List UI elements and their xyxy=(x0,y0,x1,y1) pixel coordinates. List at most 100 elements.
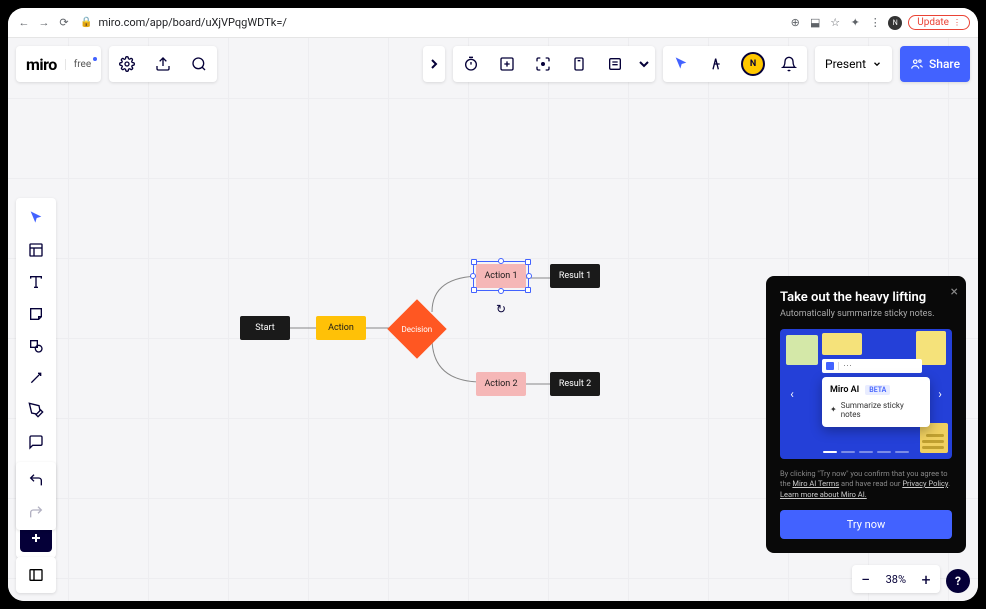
view-controls xyxy=(453,46,655,82)
update-label: Update xyxy=(917,17,949,28)
browser-chrome: ← → ⟳ 🔒 miro.com/app/board/uXjVPqgWDTk=/… xyxy=(8,8,978,38)
avatar[interactable]: N xyxy=(735,46,771,82)
zoom-out-button[interactable]: − xyxy=(852,565,880,593)
reload-button[interactable]: ⟳ xyxy=(56,15,72,31)
connector-handle[interactable] xyxy=(498,258,504,264)
promo-subtitle: Automatically summarize sticky notes. xyxy=(780,309,952,319)
promo-card-action: Summarize sticky notes xyxy=(841,401,922,419)
learn-more-link[interactable]: Learn more about Miro AI. xyxy=(780,490,867,499)
node-start[interactable]: Start xyxy=(240,316,290,340)
present-label: Present xyxy=(825,57,866,71)
star-icon[interactable]: ☆ xyxy=(828,16,842,30)
timer-button[interactable] xyxy=(453,46,489,82)
node-result2[interactable]: Result 2 xyxy=(550,372,600,396)
plan-badge: free xyxy=(65,59,91,70)
profile-icon[interactable]: N xyxy=(888,16,902,30)
update-menu-icon: ⋮ xyxy=(953,18,961,27)
node-result1[interactable]: Result 1 xyxy=(550,264,600,288)
select-tool[interactable] xyxy=(16,202,56,234)
forward-button[interactable]: → xyxy=(36,15,52,31)
promo-card: Miro AI BETA ✦ Summarize sticky notes xyxy=(822,377,930,427)
logo: miro xyxy=(26,55,57,74)
promo-illustration: ⋯ Miro AI BETA ✦ Summarize sticky notes … xyxy=(780,329,952,459)
dot[interactable] xyxy=(859,451,873,453)
sparkle-icon: ✦ xyxy=(830,405,837,414)
settings-button[interactable] xyxy=(109,46,145,82)
connector-handle[interactable] xyxy=(498,288,504,294)
comment-tool[interactable] xyxy=(16,426,56,458)
template-tool[interactable] xyxy=(16,234,56,266)
close-button[interactable]: × xyxy=(951,284,958,300)
translate-icon[interactable]: ⊕ xyxy=(788,16,802,30)
update-button[interactable]: Update ⋮ xyxy=(908,15,970,30)
menu-icon[interactable]: ⋮ xyxy=(868,16,882,30)
help-button[interactable]: ? xyxy=(946,569,970,593)
share-button[interactable]: Share xyxy=(900,46,970,82)
collapse-pill[interactable] xyxy=(423,46,445,82)
chevron-down-icon xyxy=(872,59,882,69)
resize-handle[interactable] xyxy=(525,259,531,265)
connector-handle[interactable] xyxy=(470,273,476,279)
node-action[interactable]: Action xyxy=(316,316,366,340)
carousel-prev[interactable]: ‹ xyxy=(782,384,802,404)
resize-handle[interactable] xyxy=(471,259,477,265)
carousel-next[interactable]: › xyxy=(930,384,950,404)
undo-button[interactable] xyxy=(16,464,56,496)
add-button[interactable] xyxy=(489,46,525,82)
terms-link[interactable]: Miro AI Terms xyxy=(792,479,839,488)
zoom-in-button[interactable]: + xyxy=(912,565,940,593)
beta-badge: BETA xyxy=(865,385,890,395)
privacy-link[interactable]: Privacy Policy xyxy=(902,479,948,488)
resize-handle[interactable] xyxy=(471,287,477,293)
board-menu[interactable]: miro free xyxy=(16,46,101,82)
dot[interactable] xyxy=(841,451,855,453)
redo-button[interactable] xyxy=(16,496,56,528)
dot[interactable] xyxy=(895,451,909,453)
notifications-button[interactable] xyxy=(771,46,807,82)
zoom-control: − 38% + xyxy=(852,565,940,593)
share-label: Share xyxy=(929,57,960,71)
action1-label: Action 1 xyxy=(484,271,517,281)
reactions-button[interactable] xyxy=(699,46,735,82)
dot[interactable] xyxy=(823,451,837,453)
frames-panel-button[interactable] xyxy=(16,557,56,593)
search-button[interactable] xyxy=(181,46,217,82)
line-tool[interactable] xyxy=(16,362,56,394)
undo-redo xyxy=(16,462,56,530)
cursor-button[interactable] xyxy=(663,46,699,82)
note-button[interactable] xyxy=(597,46,633,82)
zoom-value[interactable]: 38% xyxy=(880,573,912,586)
export-button[interactable] xyxy=(145,46,181,82)
install-icon[interactable]: ⬓ xyxy=(808,16,822,30)
try-now-button[interactable]: Try now xyxy=(780,510,952,539)
sticky-tool[interactable] xyxy=(16,298,56,330)
rotate-handle[interactable]: ↻ xyxy=(496,302,506,316)
lock-icon: 🔒 xyxy=(80,17,92,28)
node-decision[interactable]: Decision xyxy=(387,299,446,358)
promo-legal: By clicking "Try now" you confirm that y… xyxy=(780,469,952,501)
node-action2[interactable]: Action 2 xyxy=(476,372,526,396)
shape-tool[interactable] xyxy=(16,330,56,362)
url-bar[interactable]: miro.com/app/board/uXjVPqgWDTk=/ xyxy=(98,16,780,29)
text-tool[interactable] xyxy=(16,266,56,298)
node-action1[interactable]: Action 1 ↻ xyxy=(476,264,526,288)
user-controls: N xyxy=(663,46,807,82)
decision-label: Decision xyxy=(402,325,433,334)
back-button[interactable]: ← xyxy=(16,15,32,31)
resize-handle[interactable] xyxy=(525,287,531,293)
dot[interactable] xyxy=(877,451,891,453)
focus-button[interactable] xyxy=(525,46,561,82)
estimation-button[interactable] xyxy=(561,46,597,82)
pen-tool[interactable] xyxy=(16,394,56,426)
promo-title: Take out the heavy lifting xyxy=(780,290,952,305)
extensions-icon[interactable]: ✦ xyxy=(848,16,862,30)
promo-panel: × Take out the heavy lifting Automatical… xyxy=(766,276,966,554)
more-apps-button[interactable] xyxy=(633,46,655,82)
connector-handle[interactable] xyxy=(526,273,532,279)
promo-mini-toolbar: ⋯ xyxy=(822,359,922,373)
present-button[interactable]: Present xyxy=(815,46,892,82)
chevron-right-icon xyxy=(423,46,445,82)
people-icon xyxy=(910,57,924,71)
board-actions xyxy=(109,46,217,82)
promo-card-title: Miro AI xyxy=(830,385,859,395)
